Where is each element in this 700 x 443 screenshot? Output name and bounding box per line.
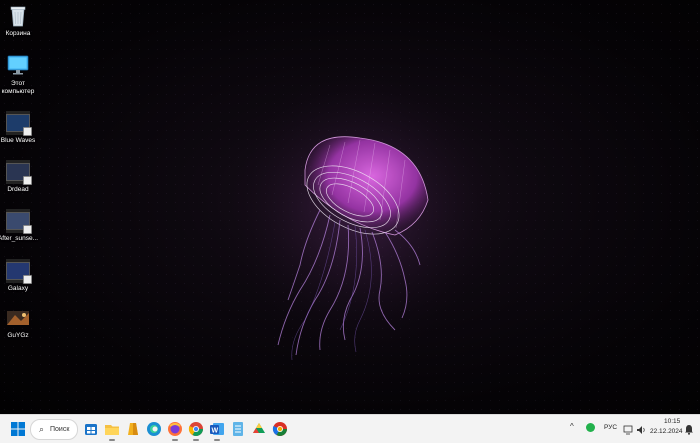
video-file-icon [5, 111, 32, 136]
tray-overflow-chevron-icon[interactable]: ^ [570, 422, 574, 431]
notification-bell-icon[interactable] [684, 422, 694, 440]
store-icon[interactable] [82, 420, 100, 438]
desktop-icon-blue-waves[interactable]: Blue Waves [0, 108, 40, 145]
tray-status-icon[interactable] [586, 423, 595, 432]
desktop-icon-label: GuYGz [7, 332, 29, 339]
recycle-bin-icon [5, 4, 31, 28]
desktop-icon-guygz[interactable]: GuYGz [0, 306, 40, 340]
desktop-icon-label: Корзина [5, 30, 31, 37]
desktop-icon-label: Galaxy [7, 285, 29, 292]
file-explorer-icon[interactable] [103, 420, 121, 441]
desktop[interactable]: Корзина Этот компьютер Blue Waves Drdead… [0, 0, 700, 414]
start-icon[interactable] [9, 420, 27, 438]
word-icon[interactable]: W [208, 420, 226, 441]
search-label: Поиск [50, 426, 70, 433]
drive-icon[interactable] [250, 420, 268, 438]
taskbar: ⌕ Поиск W ^ РУС 10:15 22.12.2024 [0, 414, 700, 443]
this-pc-icon [5, 54, 31, 78]
notepad-icon[interactable] [229, 420, 247, 438]
chromium-icon[interactable] [271, 420, 289, 438]
firefox-icon[interactable] [166, 420, 184, 441]
network-icon[interactable] [623, 422, 633, 440]
clock-date[interactable]: 22.12.2024 [650, 428, 683, 435]
desktop-icon-this-pc[interactable]: Этот компьютер [0, 54, 40, 96]
video-file-icon [5, 259, 32, 284]
chrome-icon[interactable] [187, 420, 205, 441]
language-indicator[interactable]: РУС [604, 424, 617, 431]
clock-time[interactable]: 10:15 [664, 418, 680, 425]
desktop-icon-after-sunset[interactable]: After_sunse... [0, 206, 40, 243]
video-file-icon [5, 160, 32, 185]
desktop-icon-label: Drdead [7, 186, 29, 193]
desktop-icon-drdead[interactable]: Drdead [0, 157, 40, 194]
edge-icon[interactable] [145, 420, 163, 438]
desktop-icon-label: Blue Waves [0, 137, 36, 144]
desktop-icon-galaxy[interactable]: Galaxy [0, 256, 40, 293]
desktop-icon-label: Этот компьютер [1, 80, 35, 95]
search-box[interactable]: ⌕ Поиск [30, 419, 78, 440]
tools-icon[interactable] [124, 420, 142, 438]
search-icon: ⌕ [39, 424, 45, 434]
volume-icon[interactable] [636, 422, 646, 440]
video-file-icon [5, 209, 32, 234]
svg-text:W: W [212, 428, 219, 435]
image-file-icon [5, 306, 31, 330]
desktop-icon-recycle-bin[interactable]: Корзина [0, 4, 40, 38]
jellyfish-wallpaper [210, 50, 510, 370]
desktop-icon-label: After_sunse... [0, 235, 39, 242]
